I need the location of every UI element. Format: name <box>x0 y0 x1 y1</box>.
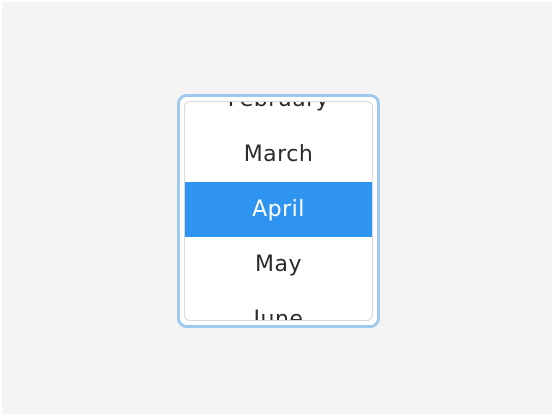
option-june[interactable]: June <box>185 292 372 320</box>
option-may[interactable]: May <box>185 237 372 292</box>
option-april-selected[interactable]: April <box>185 182 372 237</box>
option-february[interactable]: February <box>185 102 372 127</box>
option-march[interactable]: March <box>185 127 372 182</box>
page-background: February March April May June <box>2 2 552 414</box>
month-listbox[interactable]: February March April May June <box>177 94 380 328</box>
listbox-viewport[interactable]: February March April May June <box>184 101 373 321</box>
month-options-list: February March April May June <box>185 102 372 320</box>
